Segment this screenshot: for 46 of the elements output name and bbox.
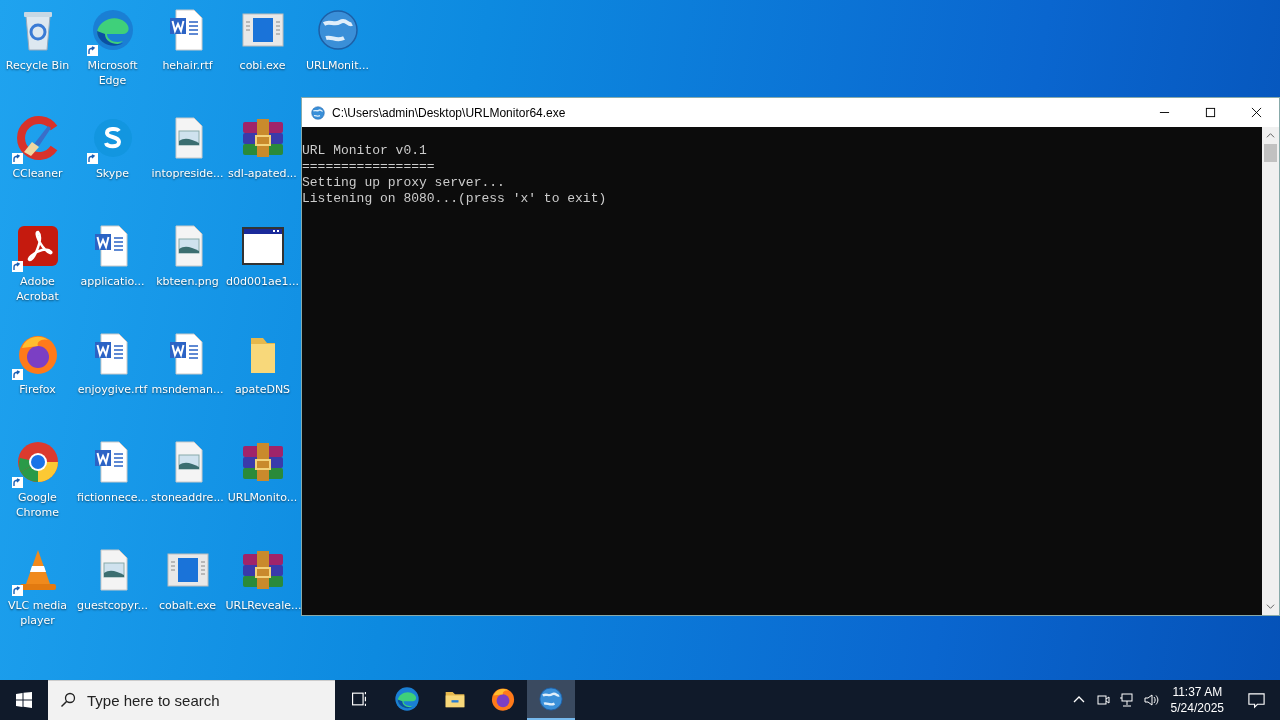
desktop-shortcut[interactable]: Google Chrome — [0, 438, 75, 520]
desktop-shortcut[interactable]: guestcopyr... — [75, 546, 150, 613]
edge-icon — [393, 685, 421, 713]
maximize-icon — [1205, 107, 1215, 118]
windows-logo-icon — [16, 692, 32, 708]
console-text: URL Monitor v0.1 — [302, 143, 428, 159]
speech-bubble-icon — [1246, 690, 1266, 710]
desktop-shortcut[interactable]: Adobe Acrobat — [0, 222, 75, 304]
desktop-shortcut[interactable]: Firefox — [0, 330, 75, 397]
desktop-shortcut[interactable]: URLMonito... — [225, 438, 300, 505]
desktop-shortcut[interactable]: msndeman... — [150, 330, 225, 397]
minimize-icon — [1158, 112, 1170, 113]
desktop-shortcut[interactable]: sdl-apated... — [225, 114, 300, 181]
desktop-shortcut[interactable]: apateDNS — [225, 330, 300, 397]
desktop-shortcut[interactable]: fictionnece... — [75, 438, 150, 505]
desktop-shortcut[interactable]: d0d001ae1... — [225, 222, 300, 289]
console-text: Listening on 8080...(press 'x' to exit) — [302, 191, 608, 207]
window-title: C:\Users\admin\Desktop\URLMonitor64.exe — [332, 105, 566, 120]
desktop-shortcut[interactable]: Recycle Bin — [0, 6, 75, 73]
console-text: ================= — [302, 159, 436, 175]
chevron-up-icon — [1072, 696, 1085, 703]
desktop-shortcut[interactable]: Skype — [75, 114, 150, 181]
desktop-shortcut[interactable]: hehair.rtf — [150, 6, 225, 73]
desktop-shortcut[interactable]: URLReveale... — [225, 546, 300, 613]
scroll-down-icon — [1266, 602, 1275, 611]
globe-icon — [537, 685, 565, 713]
desktop-shortcut[interactable]: applicatio... — [75, 222, 150, 289]
close-icon — [1250, 107, 1262, 118]
vertical-scrollbar[interactable] — [1262, 127, 1279, 615]
desktop-shortcut[interactable]: VLC media player — [0, 546, 75, 628]
desktop-shortcut[interactable]: CCleaner — [0, 114, 75, 181]
desktop-shortcut[interactable]: stoneaddre... — [150, 438, 225, 505]
desktop-shortcut[interactable]: cobalt.exe — [150, 546, 225, 613]
desktop-shortcut[interactable]: enjoygive.rtf — [75, 330, 150, 397]
desktop-shortcut[interactable]: kbteen.png — [150, 222, 225, 289]
taskbar-app-button[interactable] — [527, 680, 575, 720]
globe-icon — [310, 104, 326, 121]
scroll-up-icon — [1266, 131, 1275, 140]
desktop-shortcut[interactable]: intopreside... — [150, 114, 225, 181]
search-field[interactable]: Type here to search — [48, 680, 335, 720]
clock-button[interactable]: 11:37 AM 5/24/2025 — [1162, 680, 1232, 720]
console-text: Setting up proxy server... — [302, 175, 506, 191]
scrollbar-thumb[interactable] — [1264, 144, 1277, 162]
desktop-shortcut[interactable]: Microsoft Edge — [75, 6, 150, 88]
desktop-shortcut[interactable]: URLMonit... — [300, 6, 375, 73]
desktop-shortcut[interactable]: cobi.exe — [225, 6, 300, 73]
